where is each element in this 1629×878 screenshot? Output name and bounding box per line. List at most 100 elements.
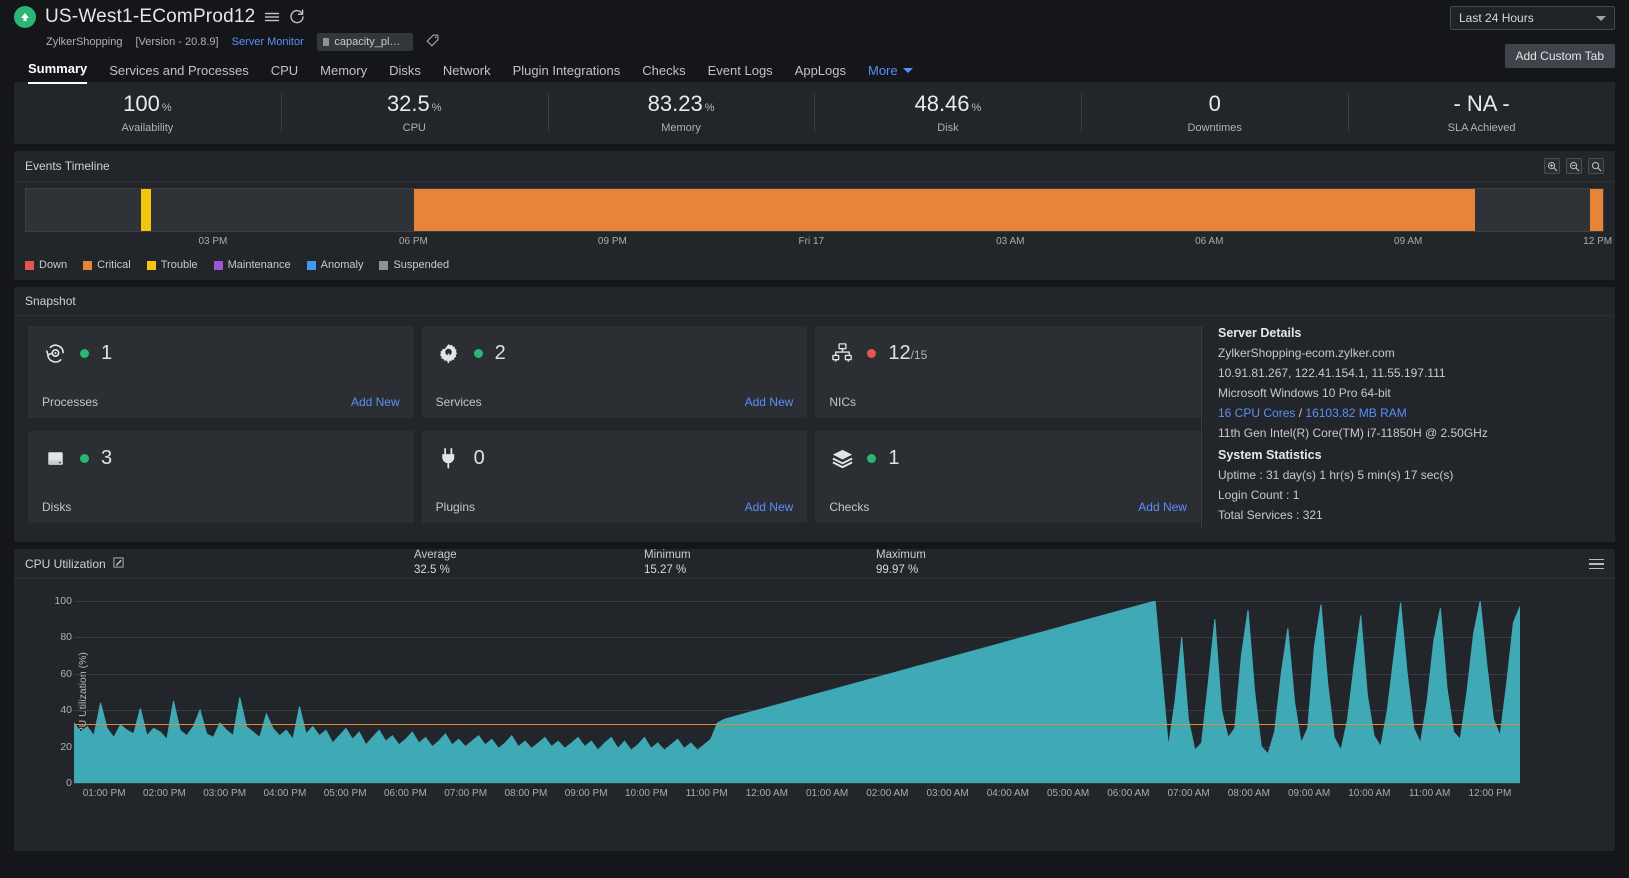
zoom-in-icon[interactable] <box>1544 158 1560 174</box>
system-total-services: Total Services : 321 <box>1218 508 1601 522</box>
cpu-chart-area <box>74 601 1520 783</box>
cpu-utilization-panel: CPU Utilization Average 32.5 % Minimum 1… <box>14 549 1615 851</box>
tab-disks[interactable]: Disks <box>389 63 421 84</box>
x-axis-tick: 08:00 AM <box>1228 788 1270 799</box>
tab-applogs[interactable]: AppLogs <box>795 63 846 84</box>
server-ip-addresses: 10.91.81.267, 122.41.154.1, 11.55.197.11… <box>1218 366 1601 380</box>
tag-icon[interactable] <box>426 34 439 50</box>
timeline-segment-critical[interactable] <box>1590 189 1603 231</box>
add-new-services-link[interactable]: Add New <box>745 395 794 409</box>
cpu-chart-menu-icon[interactable] <box>1589 559 1604 570</box>
cpu-stat-minimum: Minimum 15.27 % <box>644 549 691 576</box>
zoom-out-icon[interactable] <box>1566 158 1582 174</box>
legend-label: Anomaly <box>321 259 364 271</box>
cpu-chart-stats: Average 32.5 % Minimum 15.27 % Maximum 9… <box>14 578 1615 589</box>
hamburger-icon[interactable] <box>264 10 280 24</box>
status-dot <box>80 454 89 463</box>
legend-item-maintenance[interactable]: Maintenance <box>214 259 291 271</box>
kpi-disk-label: Disk <box>937 122 958 134</box>
snapshot-card-checks[interactable]: 1 Checks Add New <box>815 431 1201 523</box>
add-new-processes-link[interactable]: Add New <box>351 395 400 409</box>
tab-memory[interactable]: Memory <box>320 63 367 84</box>
legend-item-trouble[interactable]: Trouble <box>147 259 198 271</box>
x-axis-tick: 11:00 PM <box>686 788 728 799</box>
legend-item-down[interactable]: Down <box>25 259 67 271</box>
edit-icon[interactable] <box>113 557 124 571</box>
status-dot <box>867 454 876 463</box>
monitor-type-link[interactable]: Server Monitor <box>232 36 304 48</box>
snapshot-card-label: Plugins <box>436 500 475 514</box>
kpi-memory-label: Memory <box>661 122 701 134</box>
kpi-sla-achieved-label: SLA Achieved <box>1448 122 1516 134</box>
add-new-checks-link[interactable]: Add New <box>1138 500 1187 514</box>
server-processor: 11th Gen Intel(R) Core(TM) i7-11850H @ 2… <box>1218 426 1601 440</box>
system-uptime: Uptime : 31 day(s) 1 hr(s) 5 min(s) 17 s… <box>1218 468 1601 482</box>
tab-network[interactable]: Network <box>443 63 491 84</box>
nics-total: /15 <box>911 348 928 362</box>
tag-chip[interactable]: capacity_planni... <box>317 33 413 51</box>
cpu-stat-maximum-value: 99.97 % <box>876 564 926 576</box>
add-new-plugins-link[interactable]: Add New <box>745 500 794 514</box>
cpu-stat-maximum: Maximum 99.97 % <box>876 549 926 576</box>
legend-item-suspended[interactable]: Suspended <box>379 259 449 271</box>
snapshot-card-nics[interactable]: 12/15 NICs <box>815 326 1201 418</box>
tab-checks[interactable]: Checks <box>642 63 685 84</box>
timeline-tick: 03 AM <box>996 236 1024 247</box>
legend-swatch <box>83 261 92 270</box>
snapshot-card-value: 1 <box>888 448 899 468</box>
snapshot-card-disks[interactable]: 3 Disks <box>28 431 414 523</box>
tab-event-logs[interactable]: Event Logs <box>708 63 773 84</box>
cpu-cores-link[interactable]: 16 CPU Cores <box>1218 406 1295 420</box>
legend-item-critical[interactable]: Critical <box>83 259 131 271</box>
x-axis-tick: 07:00 AM <box>1167 788 1209 799</box>
server-os: Microsoft Windows 10 Pro 64-bit <box>1218 386 1601 400</box>
x-axis-tick: 06:00 AM <box>1107 788 1149 799</box>
zoom-reset-icon[interactable] <box>1588 158 1604 174</box>
cpu-chart-plot[interactable]: CPU Utilization (%) 020406080100 01:00 P… <box>14 593 1615 801</box>
timeline-tick: 06 AM <box>1195 236 1223 247</box>
plugin-icon <box>436 445 462 471</box>
kpi-cpu-value: 32.5 <box>387 91 430 116</box>
snapshot-card-processes[interactable]: 1 Processes Add New <box>28 326 414 418</box>
snapshot-card-services[interactable]: 2 Services Add New <box>422 326 808 418</box>
snapshot-panel: Snapshot 1 Processes Add New <box>14 287 1615 542</box>
events-timeline-header: Events Timeline <box>14 151 1615 182</box>
cpu-stat-minimum-value: 15.27 % <box>644 564 691 576</box>
status-dot <box>474 349 483 358</box>
x-axis-tick: 12:00 AM <box>746 788 788 799</box>
snapshot-card-value: 3 <box>101 448 112 468</box>
time-period-select[interactable]: Last 24 Hours <box>1450 6 1615 30</box>
x-axis-tick: 01:00 PM <box>83 788 126 799</box>
x-axis-tick: 12:00 PM <box>1468 788 1511 799</box>
timeline-tick: Fri 17 <box>799 236 825 247</box>
snapshot-card-label: Processes <box>42 395 98 409</box>
snapshot-card-plugins[interactable]: 0 Plugins Add New <box>422 431 808 523</box>
tab-plugin-integrations[interactable]: Plugin Integrations <box>513 63 621 84</box>
cpu-stat-average: Average 32.5 % <box>414 549 457 576</box>
events-timeline-body: 03 PM06 PM09 PMFri 1703 AM06 AM09 AM12 P… <box>14 182 1615 255</box>
x-axis-tick: 10:00 AM <box>1348 788 1390 799</box>
tab-services-and-processes[interactable]: Services and Processes <box>109 63 248 84</box>
add-custom-tab-button[interactable]: Add Custom Tab <box>1505 44 1616 68</box>
timeline-legend: Down Critical Trouble Maintenance Anomaly Sus… <box>14 255 1615 280</box>
legend-swatch <box>25 261 34 270</box>
x-axis-tick: 02:00 AM <box>866 788 908 799</box>
kpi-memory-unit: % <box>705 102 715 114</box>
snapshot-body: 1 Processes Add New 2 <box>14 316 1615 542</box>
system-statistics-heading: System Statistics <box>1218 448 1601 462</box>
snapshot-title: Snapshot <box>25 294 76 308</box>
cpu-stat-maximum-label: Maximum <box>876 549 926 561</box>
cpu-stat-average-label: Average <box>414 549 457 561</box>
ram-link[interactable]: 16103.82 MB RAM <box>1305 406 1406 420</box>
tab-more-label: More <box>868 63 898 78</box>
tab-summary[interactable]: Summary <box>28 61 87 84</box>
tab-cpu[interactable]: CPU <box>271 63 298 84</box>
system-login-count: Login Count : 1 <box>1218 488 1601 502</box>
refresh-icon[interactable] <box>289 9 305 25</box>
tab-more[interactable]: More <box>868 63 913 84</box>
kpi-cpu: 32.5% CPU <box>281 82 548 144</box>
timeline-segment-critical[interactable] <box>414 189 1475 231</box>
legend-item-anomaly[interactable]: Anomaly <box>307 259 364 271</box>
timeline-segment-trouble[interactable] <box>141 189 150 231</box>
timeline-bar[interactable] <box>25 188 1604 232</box>
